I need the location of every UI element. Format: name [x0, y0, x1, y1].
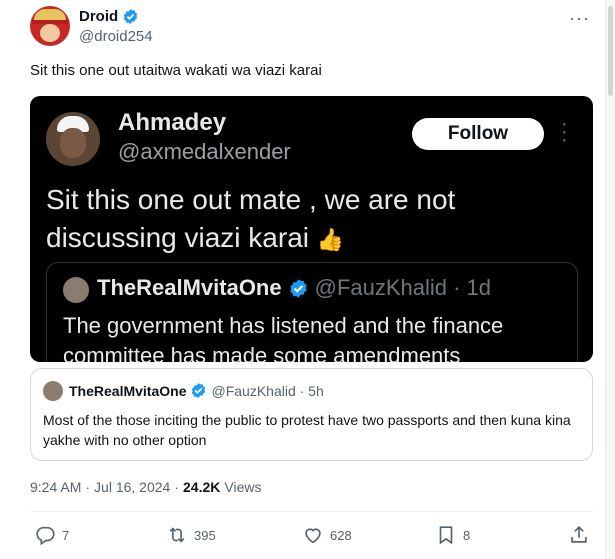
bookmark-icon: [439, 526, 453, 545]
embedded-screenshot-image[interactable]: Ahmadey @axmedalxender Follow · · · Sit th…: [30, 96, 593, 362]
reply-icon: [36, 526, 55, 546]
post: Droid @droid254 ··· Sit this one out uta…: [0, 0, 603, 559]
inner-quote-author-handle: @FauzKhalid · 1d: [314, 275, 492, 300]
repost-count: 395: [194, 527, 216, 543]
post-time[interactable]: 9:24 AM: [30, 479, 81, 495]
meta-separator: ·: [85, 479, 91, 495]
verified-badge-icon: [124, 9, 138, 24]
scrollbar[interactable]: [605, 0, 615, 559]
divider: [30, 511, 593, 512]
embedded-more-icon: · · ·: [561, 113, 568, 151]
embedded-author-avatar: [46, 112, 100, 166]
thumbs-up-icon: 👍: [316, 227, 345, 252]
views-label: Views: [224, 479, 262, 495]
quoted-author-name[interactable]: TheRealMvitaOne: [69, 383, 186, 399]
like-count: 628: [330, 527, 352, 543]
share-button[interactable]: [568, 524, 590, 546]
embedded-follow-button: Follow: [412, 118, 544, 150]
like-button[interactable]: 628: [302, 524, 352, 546]
scrollbar-thumb[interactable]: [608, 6, 613, 96]
embedded-post-text-content: Sit this one out mate , we are not discu…: [46, 184, 456, 253]
quoted-post[interactable]: TheRealMvitaOne @FauzKhalid · 5h Most of…: [30, 368, 593, 461]
embedded-author-handle: @axmedalxender: [118, 139, 291, 164]
reply-button[interactable]: 7: [34, 524, 69, 546]
post-date[interactable]: Jul 16, 2024: [94, 479, 170, 495]
reply-count: 7: [62, 527, 70, 543]
meta-separator: ·: [174, 479, 180, 495]
embedded-post-text: Sit this one out mate , we are not discu…: [46, 181, 566, 259]
post-header: Droid @droid254 ···: [30, 6, 590, 50]
verified-badge-icon: [192, 383, 206, 398]
bookmark-count: 8: [463, 527, 471, 543]
embedded-author-name: Ahmadey: [118, 109, 227, 136]
more-options-icon[interactable]: ···: [569, 8, 590, 29]
quoted-author-handle[interactable]: @FauzKhalid · 5h: [211, 383, 323, 399]
post-meta: 9:24 AM · Jul 16, 2024 · 24.2K Views: [30, 479, 261, 495]
embedded-inner-quote: TheRealMvitaOne @FauzKhalid · 1d The gov…: [46, 262, 578, 362]
verified-badge-icon: [289, 278, 307, 298]
author-avatar[interactable]: [30, 6, 70, 46]
bookmark-button[interactable]: 8: [435, 524, 470, 546]
inner-quote-avatar: [63, 277, 89, 303]
action-bar: 7 395 628 8: [30, 524, 593, 550]
post-text: Sit this one out utaitwa wakati wa viazi…: [30, 62, 322, 79]
author-name[interactable]: Droid: [79, 8, 118, 25]
inner-quote-author-row: TheRealMvitaOne @FauzKhalid · 1d: [97, 275, 491, 301]
author-name-row: Droid: [79, 8, 139, 25]
share-icon: [571, 526, 587, 543]
heart-icon: [305, 528, 321, 544]
quoted-author-row: TheRealMvitaOne @FauzKhalid · 5h: [69, 382, 324, 399]
repost-button[interactable]: 395: [166, 524, 216, 546]
author-handle[interactable]: @droid254: [79, 28, 153, 45]
views-count: 24.2K: [183, 479, 221, 495]
repost-icon: [169, 527, 185, 543]
inner-quote-text: The government has listened and the fina…: [63, 313, 504, 362]
quoted-author-avatar[interactable]: [43, 381, 63, 401]
quoted-post-text: Most of the those inciting the public to…: [43, 412, 571, 448]
inner-quote-author-name: TheRealMvitaOne: [97, 275, 282, 300]
